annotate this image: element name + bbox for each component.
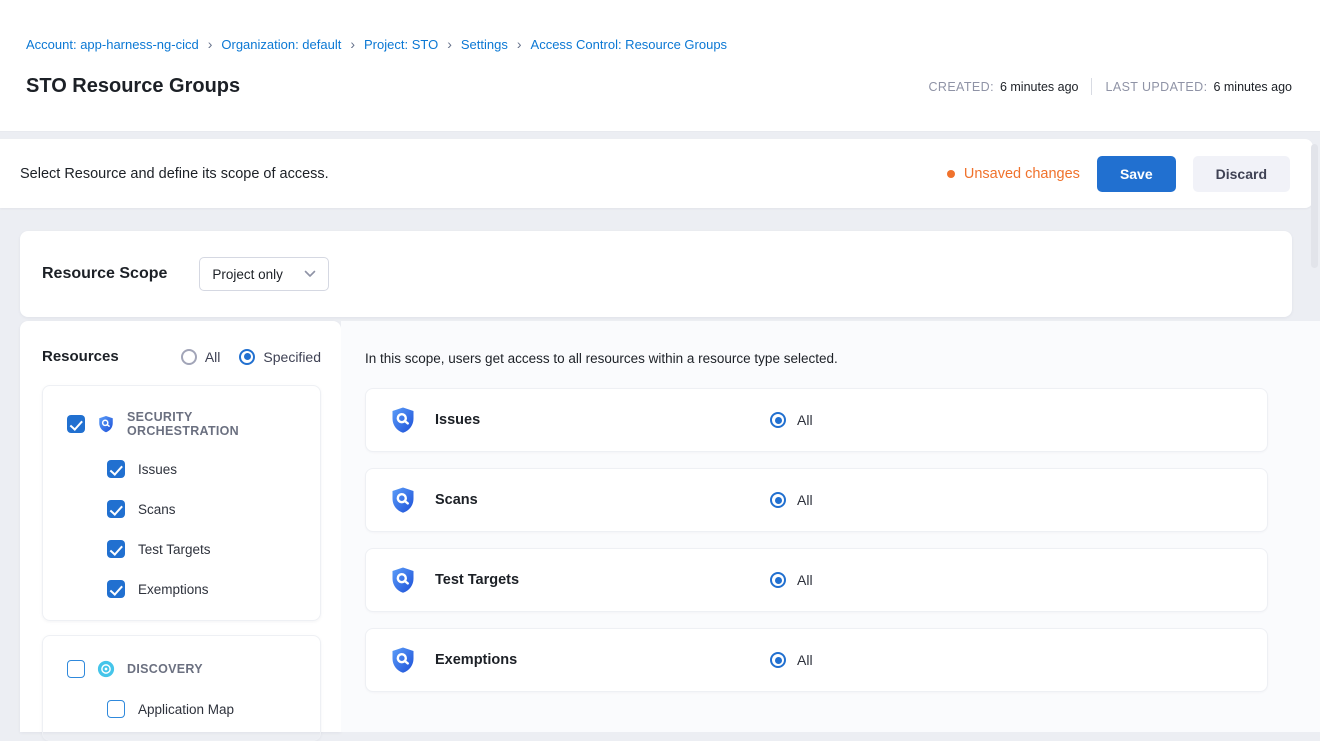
- resource-item-application-map[interactable]: Application Map: [107, 700, 306, 718]
- discovery-checkbox[interactable]: [67, 660, 85, 678]
- divider: [1091, 78, 1092, 95]
- group-header[interactable]: DISCOVERY: [67, 660, 306, 678]
- security-orchestration-checkbox[interactable]: [67, 415, 85, 433]
- row-label: Issues: [435, 412, 480, 428]
- breadcrumb-settings-link[interactable]: Settings: [461, 37, 508, 52]
- timestamps: CREATED: 6 minutes ago LAST UPDATED: 6 m…: [928, 78, 1292, 95]
- resources-title: Resources: [42, 348, 119, 365]
- group-header[interactable]: SECURITY ORCHESTRATION: [67, 410, 306, 438]
- breadcrumb: Account: app-harness-ng-cicd › Organizat…: [26, 0, 1292, 52]
- breadcrumb-account-link[interactable]: Account: app-harness-ng-cicd: [26, 37, 199, 52]
- discard-button[interactable]: Discard: [1193, 156, 1290, 192]
- resource-row-issues: Issues All: [365, 388, 1268, 452]
- resource-scope-selected-value: Project only: [212, 267, 283, 282]
- created-value: 6 minutes ago: [1000, 80, 1079, 94]
- resource-scope-label: Resource Scope: [42, 265, 167, 283]
- save-button[interactable]: Save: [1097, 156, 1176, 192]
- resources-radio-all[interactable]: All: [181, 349, 221, 365]
- application-map-checkbox[interactable]: [107, 700, 125, 718]
- security-shield-icon: [389, 406, 417, 434]
- exemptions-checkbox[interactable]: [107, 580, 125, 598]
- resource-scope-select[interactable]: Project only: [199, 257, 329, 291]
- breadcrumb-project-link[interactable]: Project: STO: [364, 37, 438, 52]
- security-shield-icon: [389, 566, 417, 594]
- chevron-right-icon: ›: [208, 37, 213, 51]
- vertical-scrollbar-thumb[interactable]: [1311, 144, 1318, 268]
- content-area: Resource Scope Project only Resources Al…: [0, 208, 1320, 732]
- toolbar-description: Select Resource and define its scope of …: [20, 166, 329, 182]
- resource-group-security-orchestration: SECURITY ORCHESTRATION Issues Scans Test…: [42, 385, 321, 621]
- access-option-all[interactable]: All: [770, 652, 813, 668]
- unsaved-changes-indicator: Unsaved changes: [947, 166, 1080, 182]
- issues-checkbox[interactable]: [107, 460, 125, 478]
- radio-specified[interactable]: [239, 349, 255, 365]
- resource-group-discovery: DISCOVERY Application Map: [42, 635, 321, 741]
- page-title: STO Resource Groups: [26, 75, 240, 98]
- row-label: Scans: [435, 492, 478, 508]
- radio-all[interactable]: [181, 349, 197, 365]
- item-label: Scans: [138, 502, 176, 517]
- group-label: SECURITY ORCHESTRATION: [127, 410, 306, 438]
- access-all-label: All: [797, 572, 813, 588]
- security-shield-icon: [97, 415, 115, 433]
- security-shield-icon: [389, 646, 417, 674]
- scope-description: In this scope, users get access to all r…: [365, 351, 1268, 366]
- access-all-label: All: [797, 412, 813, 428]
- access-option-all[interactable]: All: [770, 492, 813, 508]
- resource-row-scans: Scans All: [365, 468, 1268, 532]
- resource-item-issues[interactable]: Issues: [107, 460, 306, 478]
- access-all-label: All: [797, 492, 813, 508]
- access-all-radio[interactable]: [770, 412, 786, 428]
- access-option-all[interactable]: All: [770, 572, 813, 588]
- resources-radio-specified[interactable]: Specified: [239, 349, 321, 365]
- breadcrumb-resource-groups-link[interactable]: Access Control: Resource Groups: [531, 37, 728, 52]
- chevron-down-icon: [304, 270, 316, 278]
- resource-scope-card: Resource Scope Project only: [20, 231, 1292, 317]
- scans-checkbox[interactable]: [107, 500, 125, 518]
- unsaved-dot-icon: [947, 170, 955, 178]
- chevron-right-icon: ›: [517, 37, 522, 51]
- chevron-right-icon: ›: [350, 37, 355, 51]
- access-all-radio[interactable]: [770, 652, 786, 668]
- item-label: Application Map: [138, 702, 234, 717]
- group-label: DISCOVERY: [127, 662, 203, 676]
- resources-panel: Resources All Specified: [20, 321, 341, 732]
- access-all-radio[interactable]: [770, 492, 786, 508]
- created-label: CREATED:: [928, 80, 993, 94]
- scope-access-panel: In this scope, users get access to all r…: [341, 321, 1320, 732]
- item-label: Test Targets: [138, 542, 211, 557]
- access-all-radio[interactable]: [770, 572, 786, 588]
- unsaved-changes-label: Unsaved changes: [964, 166, 1080, 182]
- access-all-label: All: [797, 652, 813, 668]
- discovery-icon: [97, 660, 115, 678]
- breadcrumb-organization-link[interactable]: Organization: default: [221, 37, 341, 52]
- test-targets-checkbox[interactable]: [107, 540, 125, 558]
- row-label: Test Targets: [435, 572, 519, 588]
- resource-item-scans[interactable]: Scans: [107, 500, 306, 518]
- item-label: Exemptions: [138, 582, 209, 597]
- row-label: Exemptions: [435, 652, 517, 668]
- resource-item-exemptions[interactable]: Exemptions: [107, 580, 306, 598]
- last-updated-value: 6 minutes ago: [1213, 80, 1292, 94]
- chevron-right-icon: ›: [447, 37, 452, 51]
- page-header: Account: app-harness-ng-cicd › Organizat…: [0, 0, 1320, 132]
- resource-item-test-targets[interactable]: Test Targets: [107, 540, 306, 558]
- access-option-all[interactable]: All: [770, 412, 813, 428]
- last-updated-label: LAST UPDATED:: [1105, 80, 1207, 94]
- action-toolbar: Select Resource and define its scope of …: [0, 139, 1313, 208]
- security-shield-icon: [389, 486, 417, 514]
- resource-row-exemptions: Exemptions All: [365, 628, 1268, 692]
- radio-specified-label: Specified: [263, 349, 321, 365]
- item-label: Issues: [138, 462, 177, 477]
- radio-all-label: All: [205, 349, 221, 365]
- resource-row-test-targets: Test Targets All: [365, 548, 1268, 612]
